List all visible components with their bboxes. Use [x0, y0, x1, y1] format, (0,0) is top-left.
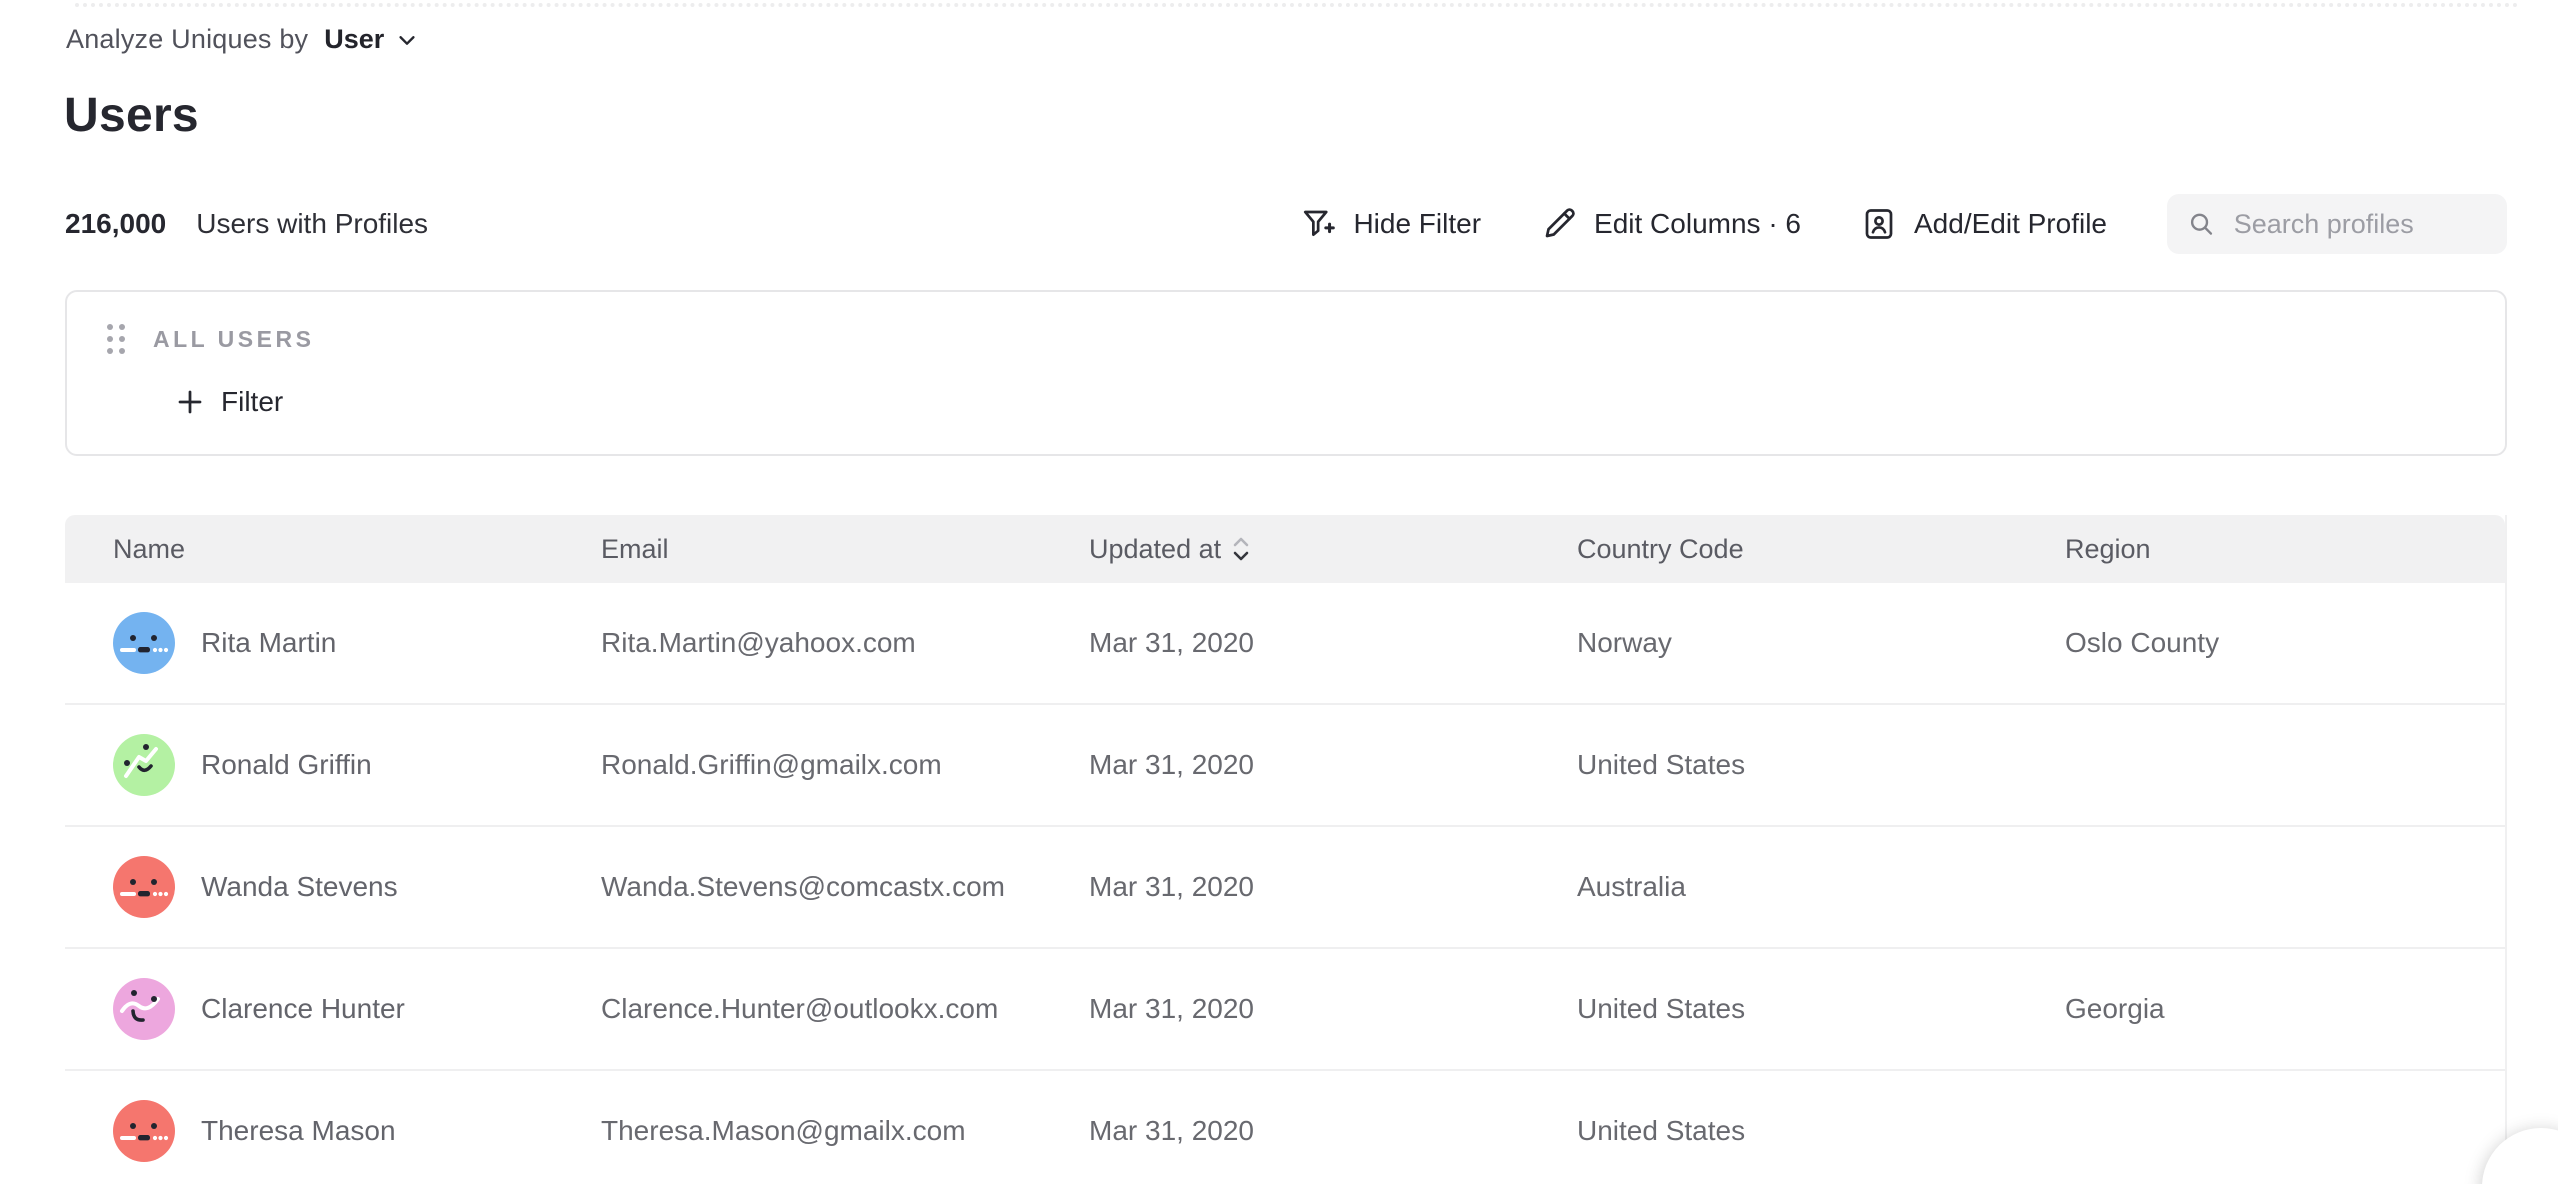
users-page: Analyze Uniques by User Users 216,000 Us… [0, 0, 2558, 1184]
table-row[interactable]: Rita Martin Rita.Martin@yahoox.com Mar 3… [65, 583, 2505, 705]
all-users-label: ALL USERS [153, 326, 314, 353]
user-name: Clarence Hunter [201, 993, 405, 1025]
user-updated-at: Mar 31, 2020 [1041, 749, 1529, 781]
user-updated-at: Mar 31, 2020 [1041, 627, 1529, 659]
avatar [113, 1100, 175, 1162]
table-body: Rita Martin Rita.Martin@yahoox.com Mar 3… [65, 583, 2505, 1184]
avatar [113, 734, 175, 796]
search-profiles-input[interactable] [2234, 209, 2487, 240]
name-cell: Ronald Griffin [65, 734, 553, 796]
table-header-row: Name Email Updated at Country Code Regio… [65, 515, 2505, 583]
analyze-by-dropdown[interactable]: User [324, 24, 418, 55]
user-country-code: Norway [1529, 627, 2017, 659]
filter-card-header: ALL USERS [107, 324, 2505, 354]
user-updated-at: Mar 31, 2020 [1041, 1115, 1529, 1147]
column-header-email[interactable]: Email [553, 534, 1041, 565]
users-table: Name Email Updated at Country Code Regio… [65, 515, 2507, 1184]
column-header-region[interactable]: Region [2017, 534, 2505, 565]
column-header-name[interactable]: Name [65, 534, 553, 565]
table-row[interactable]: Theresa Mason Theresa.Mason@gmailx.com M… [65, 1071, 2505, 1184]
user-updated-at: Mar 31, 2020 [1041, 871, 1529, 903]
user-name: Theresa Mason [201, 1115, 396, 1147]
column-header-updated-at[interactable]: Updated at [1041, 534, 1529, 565]
user-email: Clarence.Hunter@outlookx.com [553, 993, 1041, 1025]
hide-filter-button[interactable]: Hide Filter [1300, 206, 1481, 242]
plus-icon [175, 387, 205, 417]
user-updated-at: Mar 31, 2020 [1041, 993, 1529, 1025]
user-name: Wanda Stevens [201, 871, 398, 903]
user-region: Georgia [2017, 993, 2505, 1025]
top-divider [75, 3, 2520, 7]
avatar [113, 978, 175, 1040]
user-email: Theresa.Mason@gmailx.com [553, 1115, 1041, 1147]
add-edit-profile-button[interactable]: Add/Edit Profile [1861, 206, 2107, 242]
edit-columns-label: Edit Columns · 6 [1594, 208, 1801, 240]
avatar [113, 612, 175, 674]
name-cell: Wanda Stevens [65, 856, 553, 918]
user-email: Ronald.Griffin@gmailx.com [553, 749, 1041, 781]
analyze-uniques-label: Analyze Uniques by [66, 24, 308, 55]
edit-columns-button[interactable]: Edit Columns · 6 [1541, 206, 1801, 242]
table-row[interactable]: Ronald Griffin Ronald.Griffin@gmailx.com… [65, 705, 2505, 827]
name-cell: Theresa Mason [65, 1100, 553, 1162]
profile-card-icon [1861, 206, 1897, 242]
profiles-count: 216,000 Users with Profiles [65, 208, 428, 240]
search-profiles-box[interactable] [2167, 194, 2507, 254]
search-icon [2187, 207, 2216, 241]
user-name: Rita Martin [201, 627, 336, 659]
hide-filter-label: Hide Filter [1353, 208, 1481, 240]
analyze-uniques-row: Analyze Uniques by User [66, 24, 418, 55]
page-title: Users [64, 88, 199, 143]
user-country-code: United States [1529, 1115, 2017, 1147]
add-filter-label: Filter [221, 386, 283, 418]
table-row[interactable]: Clarence Hunter Clarence.Hunter@outlookx… [65, 949, 2505, 1071]
analyze-by-value: User [324, 24, 384, 55]
name-cell: Rita Martin [65, 612, 553, 674]
user-email: Wanda.Stevens@comcastx.com [553, 871, 1041, 903]
filter-card: ALL USERS Filter [65, 290, 2507, 456]
drag-handle-icon[interactable] [107, 324, 125, 354]
chevron-down-icon [396, 29, 418, 51]
sort-icon[interactable] [1231, 534, 1251, 564]
table-row[interactable]: Wanda Stevens Wanda.Stevens@comcastx.com… [65, 827, 2505, 949]
toolbar: 216,000 Users with Profiles Hide Filter … [65, 194, 2507, 254]
user-name: Ronald Griffin [201, 749, 372, 781]
user-country-code: United States [1529, 749, 2017, 781]
add-filter-button[interactable]: Filter [175, 386, 283, 418]
filter-funnel-icon [1300, 206, 1336, 242]
user-email: Rita.Martin@yahoox.com [553, 627, 1041, 659]
profiles-count-value: 216,000 [65, 208, 166, 240]
avatar [113, 856, 175, 918]
pencil-icon [1541, 206, 1577, 242]
name-cell: Clarence Hunter [65, 978, 553, 1040]
toolbar-buttons: Hide Filter Edit Columns · 6 Add/Edit Pr… [1300, 194, 2507, 254]
column-header-country-code[interactable]: Country Code [1529, 534, 2017, 565]
user-country-code: Australia [1529, 871, 2017, 903]
user-region: Oslo County [2017, 627, 2505, 659]
user-country-code: United States [1529, 993, 2017, 1025]
profiles-count-label: Users with Profiles [196, 208, 428, 240]
add-edit-profile-label: Add/Edit Profile [1914, 208, 2107, 240]
